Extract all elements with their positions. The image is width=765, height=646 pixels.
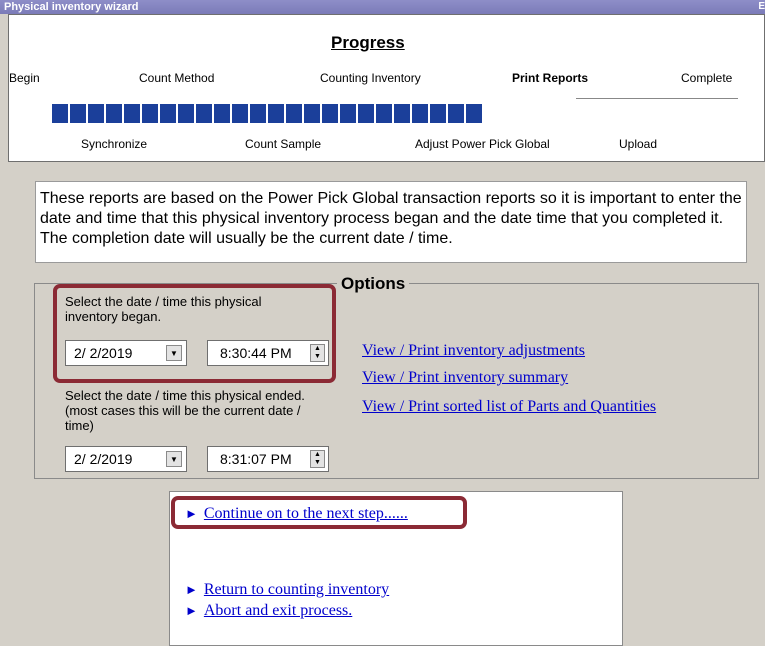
return-link[interactable]: ► Return to counting inventory [185,581,389,599]
progress-segment [376,104,392,123]
progress-segment [394,104,410,123]
window-title: Physical inventory wizard [4,1,139,13]
view-adjustments-link[interactable]: View / Print inventory adjustments [362,342,585,360]
progress-segment [142,104,158,123]
progress-segment [124,104,140,123]
progress-segment [196,104,212,123]
close-button[interactable]: E [758,0,765,14]
end-date-value: 2/ 2/2019 [74,451,133,467]
view-summary-link[interactable]: View / Print inventory summary [362,369,568,387]
arrow-right-icon: ► [185,506,198,521]
start-date-label: Select the date / time this physical inv… [65,294,262,324]
arrow-right-icon: ► [185,582,198,597]
start-time-value: 8:30:44 PM [220,345,292,361]
progress-panel: Progress Begin Count Method Counting Inv… [8,14,765,162]
progress-segment [268,104,284,123]
return-link-text[interactable]: Return to counting inventory [204,581,389,598]
progress-segment [448,104,464,123]
start-date-value: 2/ 2/2019 [74,345,133,361]
end-date-label: Select the date / time this physical end… [65,388,305,433]
chevron-down-icon[interactable]: ▼ [166,345,182,361]
step-adjust-power-pick: Adjust Power Pick Global [415,137,550,151]
step-print-reports: Print Reports [512,71,589,85]
chevron-down-icon[interactable]: ▼ [166,451,182,467]
step-count-sample: Count Sample [245,137,322,151]
abort-link[interactable]: ► Abort and exit process. [185,602,352,620]
progress-segment [160,104,176,123]
navigation-box: ► Continue on to the next step...... ► Ret… [169,491,623,646]
progress-segment [106,104,122,123]
current-step-underline [576,98,738,99]
progress-segment [250,104,266,123]
progress-segment [178,104,194,123]
continue-link[interactable]: ► Continue on to the next step...... [185,505,408,523]
end-time-picker[interactable]: 8:31:07 PM ▲ ▼ [207,446,329,472]
progress-segment [358,104,374,123]
progress-segment [322,104,338,123]
arrow-right-icon: ► [185,603,198,618]
continue-link-text[interactable]: Continue on to the next step...... [204,505,408,522]
end-date-picker[interactable]: 2/ 2/2019 ▼ [65,446,187,472]
progress-segment [466,104,482,123]
progress-segment [304,104,320,123]
step-begin: Begin [9,71,40,85]
progress-segment [52,104,68,123]
spinner-icon[interactable]: ▲ ▼ [310,450,325,468]
progress-segment [430,104,446,123]
step-synchronize: Synchronize [81,137,148,151]
progress-title: Progress [331,33,405,52]
progress-segment [286,104,302,123]
progress-segment [412,104,428,123]
start-time-picker[interactable]: 8:30:44 PM ▲ ▼ [207,340,329,366]
options-title: Options [337,274,410,294]
progress-bar [52,104,482,123]
progress-segment [232,104,248,123]
description-text: These reports are based on the Power Pic… [35,181,747,263]
end-time-value: 8:31:07 PM [220,451,292,467]
abort-link-text[interactable]: Abort and exit process. [204,602,352,619]
progress-segment [214,104,230,123]
step-complete: Complete [681,71,733,85]
window-titlebar: Physical inventory wizard E [0,0,765,14]
progress-segment [70,104,86,123]
step-upload: Upload [619,137,658,151]
progress-segment [340,104,356,123]
spinner-icon[interactable]: ▲ ▼ [310,344,325,362]
step-count-method: Count Method [139,71,215,85]
start-date-picker[interactable]: 2/ 2/2019 ▼ [65,340,187,366]
progress-segment [88,104,104,123]
step-counting-inventory: Counting Inventory [320,71,421,85]
view-sorted-list-link[interactable]: View / Print sorted list of Parts and Qu… [362,398,656,416]
